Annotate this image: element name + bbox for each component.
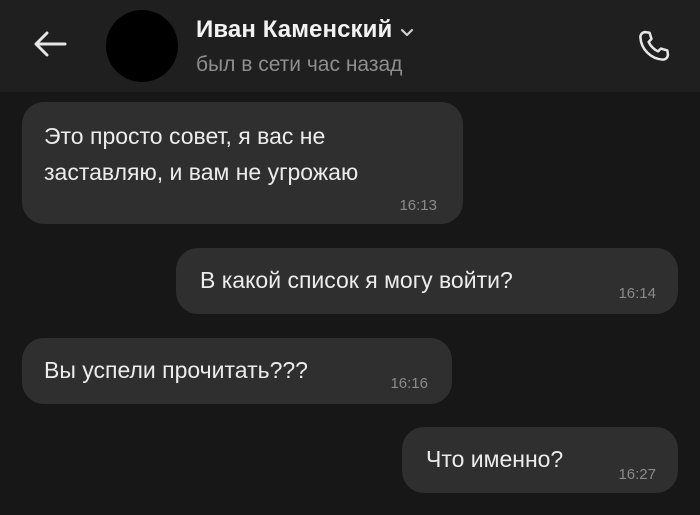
last-seen-status: был в сети час назад [196, 53, 403, 76]
message-text: В какой список я могу войти? [200, 267, 513, 293]
chat-header: Иван Каменский был в сети час назад [0, 0, 700, 92]
back-button[interactable] [28, 26, 72, 62]
call-button[interactable] [632, 26, 676, 66]
message-bubble-incoming[interactable]: Вы успели прочитать??? 16:16 [22, 338, 452, 404]
chat-screen: Иван Каменский был в сети час назад Это … [0, 0, 700, 515]
chevron-down-icon [400, 28, 414, 37]
message-time: 16:13 [399, 197, 437, 214]
message-bubble-outgoing[interactable]: Что именно? 16:27 [402, 427, 678, 493]
message-time: 16:27 [618, 466, 656, 483]
message-text: Вы успели прочитать??? [44, 357, 308, 383]
arrow-left-icon [34, 31, 67, 57]
message-time: 16:14 [618, 285, 656, 302]
message-bubble-outgoing[interactable]: В какой список я могу войти? 16:14 [176, 248, 678, 314]
message-text: Что именно? [426, 446, 564, 472]
message-time: 16:16 [390, 375, 428, 392]
avatar[interactable] [106, 10, 178, 82]
message-text: Это просто совет, я вас не заставляю, и … [44, 123, 359, 185]
phone-icon [639, 30, 670, 61]
contact-name: Иван Каменский [196, 16, 393, 43]
message-bubble-incoming[interactable]: Это просто совет, я вас не заставляю, и … [22, 102, 463, 224]
contact-title[interactable]: Иван Каменский [196, 16, 414, 44]
